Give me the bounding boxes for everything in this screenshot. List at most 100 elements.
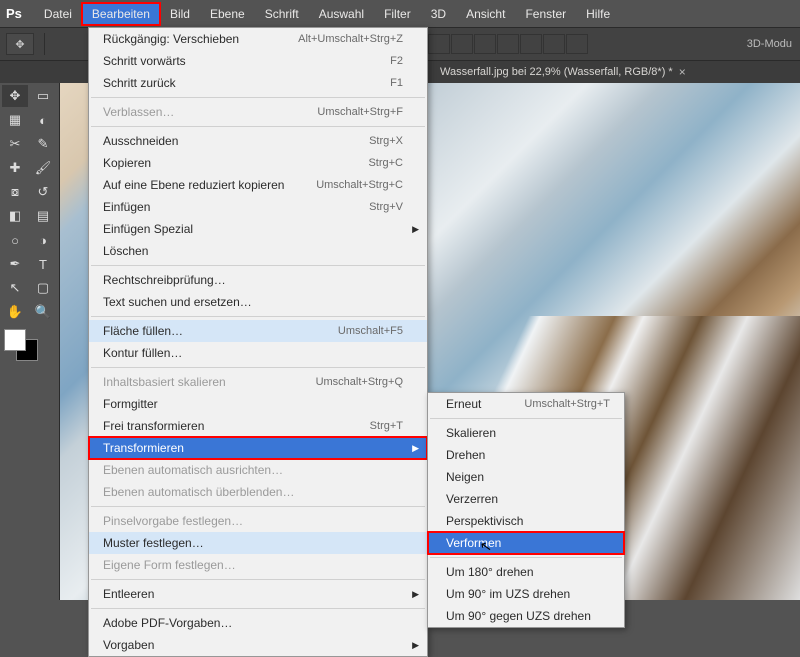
menu-item-einf-gen-spezial[interactable]: Einfügen Spezial▶ [89,218,427,240]
menu-ebene[interactable]: Ebene [200,3,255,25]
distribute-h-button[interactable] [543,34,565,54]
menu-item-label: Inhaltsbasiert skalieren [103,374,226,390]
menu-item-label: Fläche füllen… [103,323,183,339]
menu-item-frei-transformieren[interactable]: Frei transformierenStrg+T [89,415,427,437]
menu-item-shortcut: Umschalt+Strg+F [317,104,403,120]
menu-bearbeiten[interactable]: Bearbeiten [82,3,160,25]
align-middle-button[interactable] [497,34,519,54]
submenu-item-drehen[interactable]: Drehen [428,444,624,466]
move-tool-indicator-icon: ✥ [6,33,34,55]
menu-fenster[interactable]: Fenster [515,3,576,25]
zoom-tool[interactable]: 🔍 [30,301,56,323]
menu-item-label: Kopieren [103,155,151,171]
menu-item-label: Einfügen [103,199,150,215]
menu-item-vorgaben[interactable]: Vorgaben▶ [89,634,427,656]
tools-panel: ✥▭ ▦◐ ✂✎ ✚🖌 ⧇↺ ◧▤ ○◑ ✒T ↖▢ ✋🔍 [0,83,60,600]
submenu-item-neigen[interactable]: Neigen [428,466,624,488]
menu-separator [91,265,425,266]
move-tool[interactable]: ✥ [2,85,28,107]
pen-tool[interactable]: ✒ [2,253,28,275]
align-top-button[interactable] [474,34,496,54]
menu-item-label: Einfügen Spezial [103,221,193,237]
submenu-item-um-90-im-uzs-drehen[interactable]: Um 90° im UZS drehen [428,583,624,605]
menu-item-adobe-pdf-vorgaben-[interactable]: Adobe PDF-Vorgaben… [89,612,427,634]
menu-datei[interactable]: Datei [34,3,82,25]
menu-item-ebenen-automatisch-berblenden-: Ebenen automatisch überblenden… [89,481,427,503]
healing-tool[interactable]: ✚ [2,157,28,179]
eraser-tool[interactable]: ◧ [2,205,28,227]
menu-item-schritt-vorw-rts[interactable]: Schritt vorwärtsF2 [89,50,427,72]
menu-schrift[interactable]: Schrift [255,3,309,25]
crop-tool[interactable]: ✂ [2,133,28,155]
path-tool[interactable]: ↖ [2,277,28,299]
menu-item-einf-gen[interactable]: EinfügenStrg+V [89,196,427,218]
color-swatches[interactable] [2,329,42,365]
app-logo: Ps [6,6,22,21]
menu-item-auf-eine-ebene-reduziert-kopieren[interactable]: Auf eine Ebene reduziert kopierenUmschal… [89,174,427,196]
shape-tool[interactable]: ▢ [30,277,56,299]
hand-tool[interactable]: ✋ [2,301,28,323]
lasso-tool[interactable]: ◐ [30,109,56,131]
menu-item-shortcut: F2 [390,53,403,69]
menu-item-schritt-zur-ck[interactable]: Schritt zurückF1 [89,72,427,94]
menu-item-shortcut: Alt+Umschalt+Strg+Z [298,31,403,47]
submenu-item-perspektivisch[interactable]: Perspektivisch [428,510,624,532]
menu-item-ausschneiden[interactable]: AusschneidenStrg+X [89,130,427,152]
menu-item-label: Schritt zurück [103,75,176,91]
menu-item-rechtschreibpr-fung-[interactable]: Rechtschreibprüfung… [89,269,427,291]
menubar: Ps Datei Bearbeiten Bild Ebene Schrift A… [0,0,800,27]
menu-item-label: Adobe PDF-Vorgaben… [103,615,232,631]
marquee-tool[interactable]: ▦ [2,109,28,131]
stamp-tool[interactable]: ⧇ [2,181,28,203]
menu-item-entleeren[interactable]: Entleeren▶ [89,583,427,605]
submenu-item-skalieren[interactable]: Skalieren [428,422,624,444]
menu-item-transformieren[interactable]: Transformieren▶ [89,437,427,459]
menu-item-shortcut: Umschalt+F5 [338,323,403,339]
menu-item-r-ckg-ngig-verschieben[interactable]: Rückgängig: VerschiebenAlt+Umschalt+Strg… [89,28,427,50]
menu-3d[interactable]: 3D [421,3,456,25]
menu-item-kontur-f-llen-[interactable]: Kontur füllen… [89,342,427,364]
type-tool[interactable]: T [30,253,56,275]
foreground-swatch[interactable] [4,329,26,351]
separator [44,33,45,55]
menu-item-label: Transformieren [103,440,184,456]
submenu-item-verformen[interactable]: Verformen [428,532,624,554]
menu-hilfe[interactable]: Hilfe [576,3,620,25]
distribute-v-button[interactable] [566,34,588,54]
submenu-item-erneut[interactable]: ErneutUmschalt+Strg+T [428,393,624,415]
menu-filter[interactable]: Filter [374,3,421,25]
document-tab[interactable]: Wasserfall.jpg bei 22,9% (Wasserfall, RG… [430,62,696,82]
menu-separator [91,367,425,368]
brush-tool[interactable]: 🖌 [30,157,56,179]
menu-item-label: Auf eine Ebene reduziert kopieren [103,177,284,193]
menu-item-fl-che-f-llen-[interactable]: Fläche füllen… Umschalt+F5 [89,320,427,342]
submenu-item-verzerren[interactable]: Verzerren [428,488,624,510]
dodge-tool[interactable]: ◑ [30,229,56,251]
menu-item-muster-festlegen-[interactable]: Muster festlegen… [89,532,427,554]
align-right-button[interactable] [451,34,473,54]
submenu-item-um-180-drehen[interactable]: Um 180° drehen [428,561,624,583]
menu-item-label: Erneut [446,396,481,412]
menu-item-verblassen-: Verblassen…Umschalt+Strg+F [89,101,427,123]
blur-tool[interactable]: ○ [2,229,28,251]
menu-item-kopieren[interactable]: KopierenStrg+C [89,152,427,174]
menu-item-l-schen[interactable]: Löschen [89,240,427,262]
eyedropper-tool[interactable]: ✎ [30,133,56,155]
gradient-tool[interactable]: ▤ [30,205,56,227]
menu-bild[interactable]: Bild [160,3,200,25]
menu-item-text-suchen-und-ersetzen-[interactable]: Text suchen und ersetzen… [89,291,427,313]
history-brush-tool[interactable]: ↺ [30,181,56,203]
artboard-tool[interactable]: ▭ [30,85,56,107]
transform-submenu: ErneutUmschalt+Strg+T Skalieren DrehenNeig… [427,392,625,628]
submenu-item-um-90-gegen-uzs-drehen[interactable]: Um 90° gegen UZS drehen [428,605,624,627]
close-tab-icon[interactable]: × [679,65,686,79]
menu-item-label: Skalieren [446,425,496,441]
align-group [405,34,588,54]
align-center-button[interactable] [428,34,450,54]
menu-ansicht[interactable]: Ansicht [456,3,515,25]
align-bottom-button[interactable] [520,34,542,54]
menu-item-label: Löschen [103,243,148,259]
menu-auswahl[interactable]: Auswahl [309,3,374,25]
menu-item-label: Muster festlegen… [103,535,204,551]
menu-item-formgitter[interactable]: Formgitter [89,393,427,415]
